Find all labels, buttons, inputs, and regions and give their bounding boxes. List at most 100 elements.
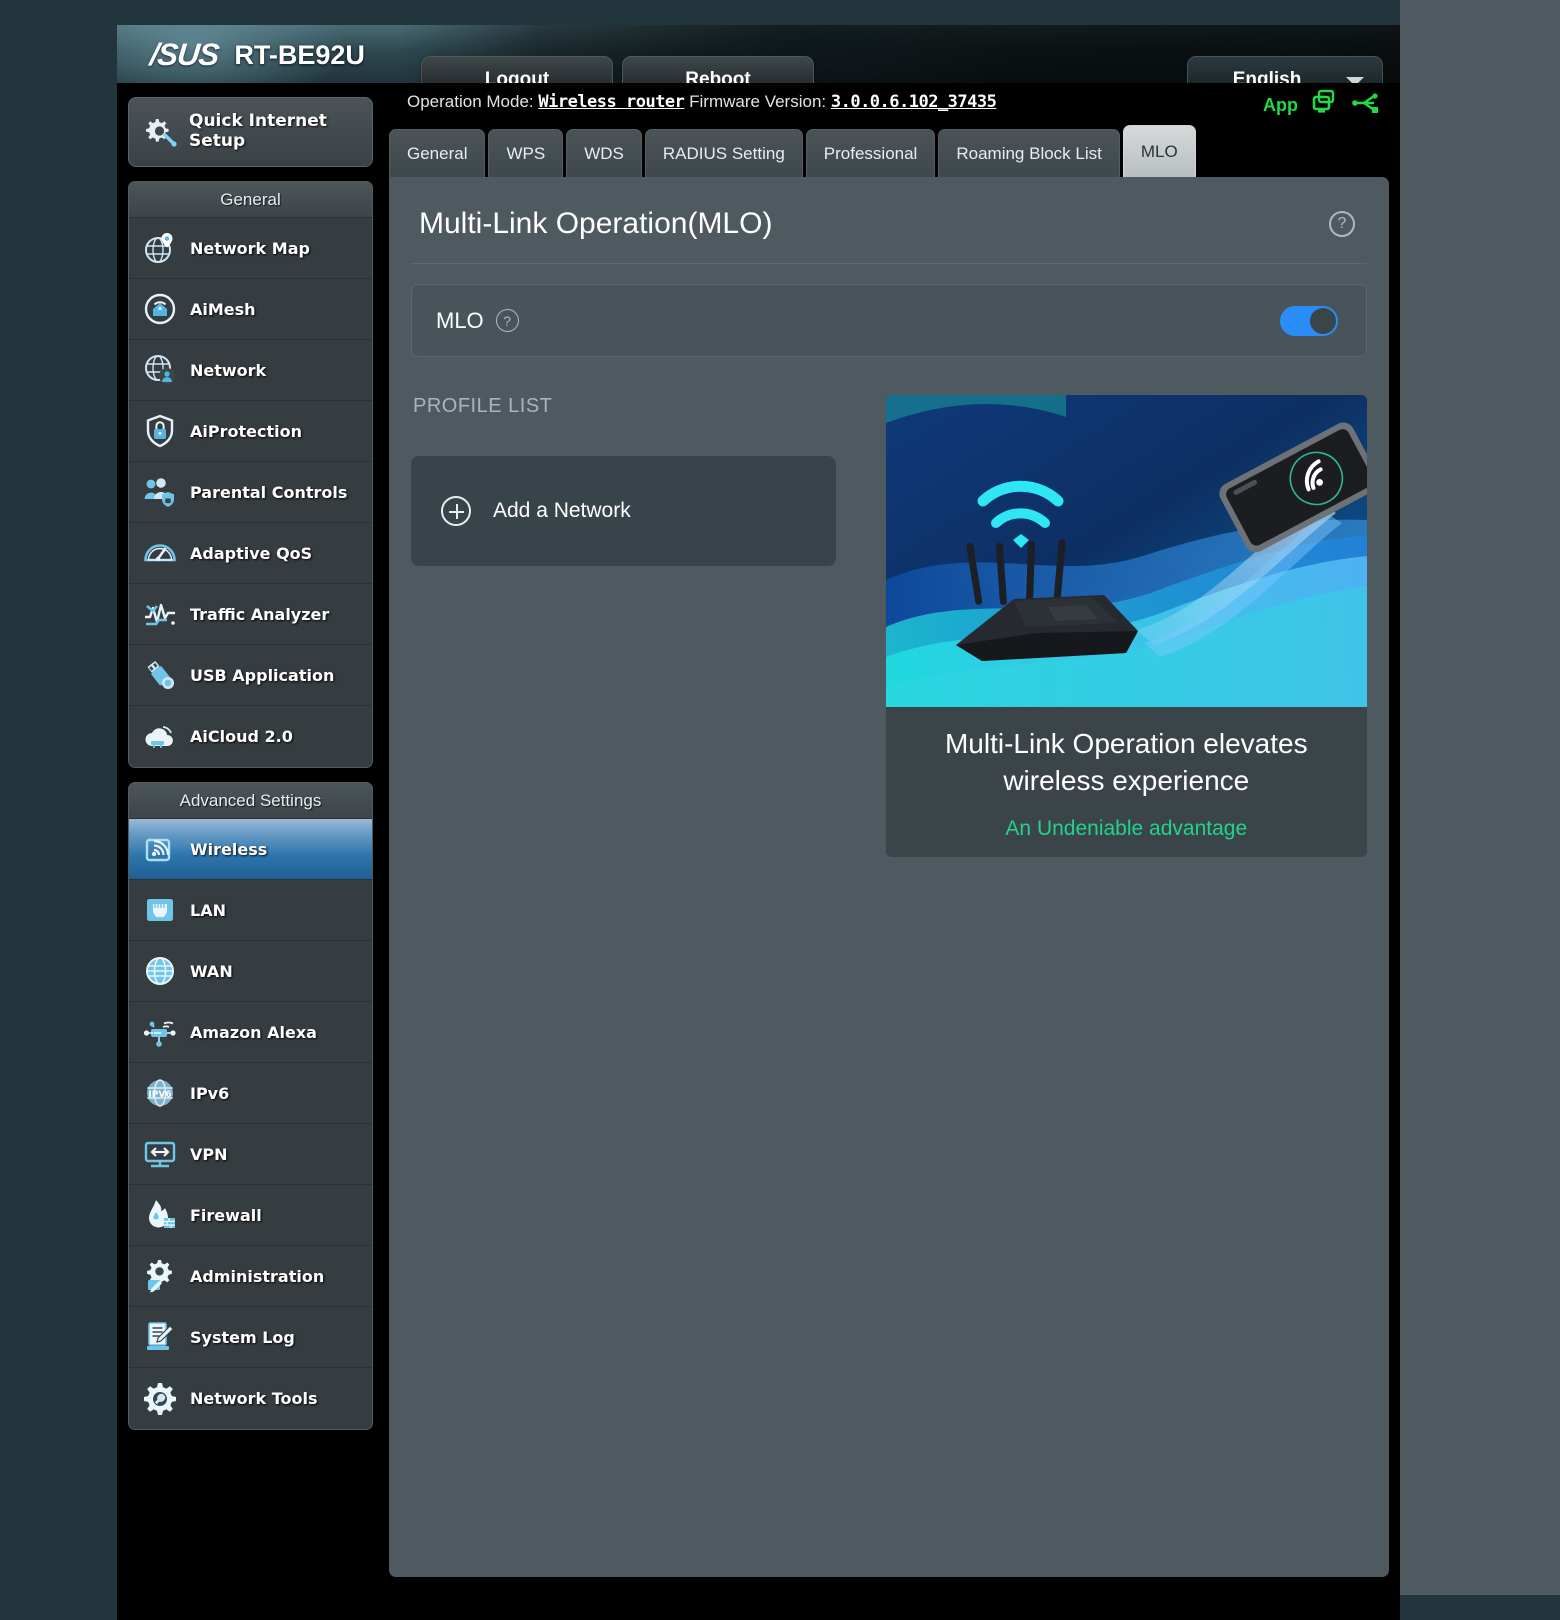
mlo-label: MLO [436,307,484,333]
plus-icon [441,496,471,526]
chevron-down-icon [1346,77,1364,83]
router-model-name: RT-BE92U [234,39,365,70]
profile-list-title: PROFILE LIST [413,395,553,417]
shield-lock-icon [146,414,174,448]
mlo-toggle-switch[interactable] [1280,305,1338,336]
sidebar-item-label: Parental Controls [190,482,348,502]
profile-list-column: PROFILE LIST Add a Network [411,395,864,857]
sidebar-item-label: AiProtection [190,421,302,441]
reboot-button-label: Reboot [685,69,751,83]
sidebar-item-aicloud[interactable]: AiCloud 2.0 [129,706,372,767]
usb-connector-icon[interactable] [1352,89,1382,121]
asus-logo: /SUS [148,37,221,72]
sidebar-item-network-map[interactable]: Network Map [129,218,372,279]
sidebar-item-network[interactable]: Network [129,340,372,401]
sidebar-item-wan[interactable]: WAN [129,941,372,1002]
alexa-icon [143,1021,176,1047]
sidebar-item-label: VPN [190,1144,228,1164]
firmware-label: Firmware Version: [689,92,827,111]
help-icon[interactable]: ? [1329,211,1355,237]
page-left-margin [0,0,117,1620]
operation-mode-value[interactable]: Wireless router [538,92,685,112]
tab-mlo[interactable]: MLO [1122,125,1196,177]
firewall-icon [149,1200,175,1228]
sidebar-item-label: Wireless [190,839,268,859]
sidebar-item-label: Administration [190,1266,325,1286]
app-label: App [1263,94,1298,115]
sidebar-item-vpn[interactable]: VPN [129,1124,372,1185]
sidebar-item-label: AiCloud 2.0 [190,727,293,746]
mlo-help-icon[interactable]: ? [495,309,519,332]
mlo-promo-card: Multi-Link Operation elevates wireless e… [885,395,1367,857]
divider [411,263,1367,264]
firmware-version-value[interactable]: 3.0.0.6.102_37435 [831,92,997,112]
mlo-label-group: MLO ? [436,308,519,334]
sidebar-item-wireless[interactable]: Wireless [129,819,372,880]
gear-wrench-icon [144,1382,176,1415]
system-log-icon [147,1322,174,1350]
gauge-icon [144,544,176,562]
promo-headline: Multi-Link Operation elevates wireless e… [944,728,1308,797]
tab-label: Professional [823,143,918,163]
sidebar-item-network-tools[interactable]: Network Tools [129,1368,372,1429]
logout-button[interactable]: Logout [421,56,613,83]
sidebar-item-administration[interactable]: Administration [129,1246,372,1307]
sidebar-item-ipv6[interactable]: IPV6 IPv6 [129,1063,372,1124]
header-banner: /SUS RT-BE92U Logout Reboot English [117,25,1400,83]
sidebar-item-label: AiMesh [190,299,256,319]
tab-label: General [407,143,468,163]
logout-button-label: Logout [484,69,550,83]
sidebar-group-advanced-title: Advanced Settings [129,783,372,819]
language-selector-value: English [1232,69,1302,83]
svg-text:IPV6: IPV6 [148,1090,171,1100]
tab-label: MLO [1140,141,1178,161]
tab-radius-setting[interactable]: RADIUS Setting [644,129,803,177]
usb-icon [147,661,174,689]
tab-professional[interactable]: Professional [805,129,936,177]
sidebar-item-aimesh[interactable]: AiMesh [129,279,372,340]
sidebar-item-firewall[interactable]: Firewall [129,1185,372,1246]
sidebar-item-label: IPv6 [190,1083,230,1103]
lan-port-icon [147,899,173,921]
tab-wps[interactable]: WPS [488,129,564,177]
sidebar-item-quick-internet-setup[interactable]: Quick Internet Setup [128,97,373,167]
tab-wds[interactable]: WDS [566,129,642,177]
tab-label: WPS [506,143,546,163]
sidebar-item-aiprotection[interactable]: AiProtection [129,401,372,462]
sidebar-item-amazon-alexa[interactable]: Amazon Alexa [129,1002,372,1063]
mlo-toggle-row: MLO ? [411,284,1367,357]
sidebar-item-lan[interactable]: LAN [129,880,372,941]
add-network-button[interactable]: Add a Network [411,456,836,566]
panel-header: Multi-Link Operation(MLO) ? [389,177,1389,241]
sidebar-item-label: Firewall [190,1205,262,1225]
sidebar-item-label: System Log [190,1327,295,1347]
main-content: General WPS WDS RADIUS Setting Professio… [389,125,1389,1577]
tab-label: WDS [584,143,624,163]
page-right-margin [1400,0,1560,1620]
sidebar-item-parental-controls[interactable]: Parental Controls [129,462,372,523]
sidebar-group-advanced: Advanced Settings Wireless LAN WAN Amazo… [128,782,373,1430]
page-top-margin [0,0,1560,25]
sidebar-item-adaptive-qos[interactable]: Adaptive QoS [129,523,372,584]
promo-text: Multi-Link Operation elevates wireless e… [886,707,1367,841]
tab-general[interactable]: General [389,129,486,177]
tab-bar: General WPS WDS RADIUS Setting Professio… [389,125,1389,177]
reboot-button[interactable]: Reboot [622,56,814,83]
gear-pencil-icon [147,1260,172,1293]
tab-label: Roaming Block List [956,143,1102,163]
ipv6-icon: IPV6 [147,1079,173,1107]
add-network-label: Add a Network [493,499,631,522]
vpn-icon [144,1141,176,1168]
sidebar-item-label: Traffic Analyzer [190,604,330,624]
tab-roaming-block-list[interactable]: Roaming Block List [938,129,1120,177]
sidebar-item-traffic-analyzer[interactable]: Traffic Analyzer [129,584,372,645]
app-device-icon[interactable] [1310,89,1340,121]
sidebar-group-general-title: General [129,182,372,218]
quick-internet-setup-label: Quick Internet Setup [189,111,327,151]
language-selector[interactable]: English [1187,56,1383,83]
sidebar-item-system-log[interactable]: System Log [129,1307,372,1368]
network-map-icon [145,233,173,263]
traffic-analyzer-icon [145,603,175,626]
globe-icon [146,957,174,985]
sidebar-item-usb-application[interactable]: USB Application [129,645,372,706]
